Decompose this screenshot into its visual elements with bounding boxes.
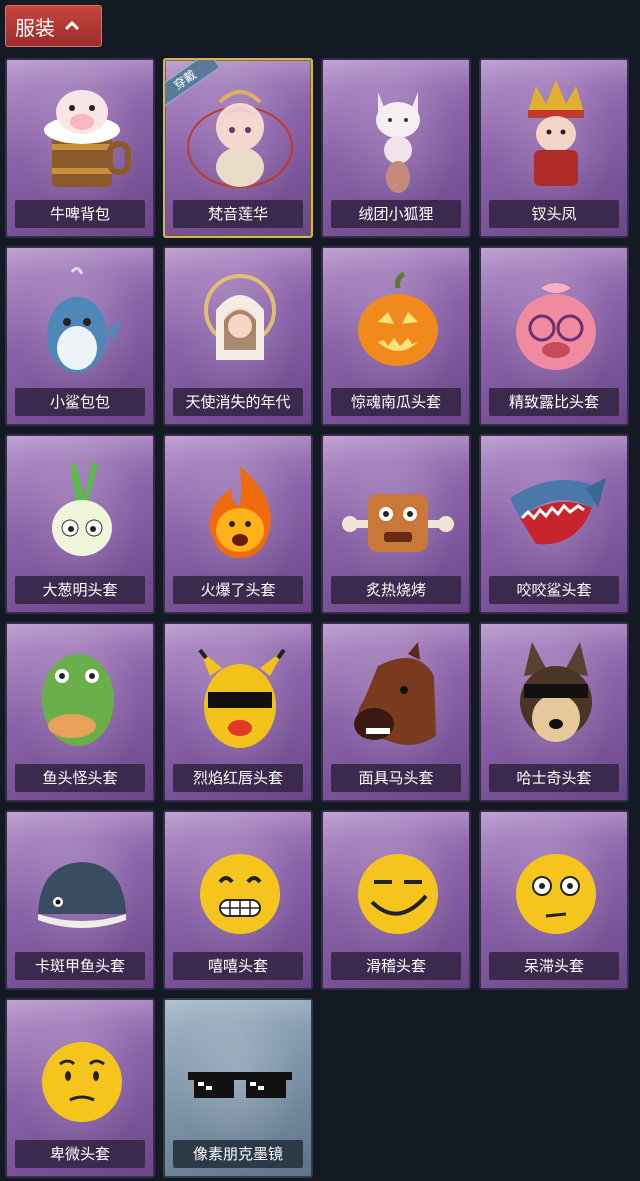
grin-emoji-icon [200,854,280,934]
costume-card[interactable]: 钗头凤 [479,58,629,238]
fish-dome-icon [38,862,126,928]
item-name: 火爆了头套 [173,576,303,604]
item-name: 嘻嘻头套 [173,952,303,980]
costume-card[interactable]: 卡斑甲鱼头套 [5,810,155,990]
meat-head-icon [342,494,454,552]
shark-bag-icon [47,267,122,373]
chevron-up-icon [65,21,79,31]
loopy-head-icon [516,283,596,370]
yellow-mask-icon [198,648,286,748]
item-name: 小鲨包包 [15,388,145,416]
item-name: 鱼头怪头套 [15,764,145,792]
item-name: 大葱明头套 [15,576,145,604]
stare-emoji-icon [516,854,596,934]
costume-card[interactable]: 精致露比头套 [479,246,629,426]
item-name: 绒团小狐狸 [331,200,461,228]
item-name: 烈焰红唇头套 [173,764,303,792]
costume-card[interactable]: 像素朋克墨镜 [163,998,313,1178]
costume-card[interactable]: 大葱明头套 [5,434,155,614]
costume-category-button[interactable]: 服装 [5,5,102,47]
pixel-sunglasses-icon [188,1072,292,1098]
item-name: 牛啤背包 [15,200,145,228]
item-name: 惊魂南瓜头套 [331,388,461,416]
item-name: 咬咬鲨头套 [489,576,619,604]
husky-head-icon [520,642,592,742]
costume-card[interactable]: 炙热烧烤 [321,434,471,614]
item-name: 呆滞头套 [489,952,619,980]
horse-head-icon [354,642,436,745]
costume-card[interactable]: 火爆了头套 [163,434,313,614]
item-name: 钗头凤 [489,200,619,228]
scallion-head-icon [52,462,112,556]
item-name: 梵音莲华 [173,200,303,228]
costume-card[interactable]: 牛啤背包 [5,58,155,238]
angel-doll-icon [204,274,276,360]
costume-card[interactable]: 烈焰红唇头套 [163,622,313,802]
fire-head-icon [209,466,271,558]
phoenix-headdress-icon [528,80,584,186]
lotus-character-icon [187,90,293,188]
item-name: 天使消失的年代 [173,388,303,416]
shark-head-icon [510,478,606,545]
item-name: 卡斑甲鱼头套 [15,952,145,980]
smirk-emoji-icon [358,854,438,934]
item-name: 哈士奇头套 [489,764,619,792]
costume-card[interactable]: 卑微头套 [5,998,155,1178]
costume-grid: 牛啤背包 穿戴 梵音莲华 绒团小狐狸 钗头凤 小鲨包包 天使消失的年代 惊魂南瓜… [5,58,629,1178]
item-name: 精致露比头套 [489,388,619,416]
costume-card[interactable]: 呆滞头套 [479,810,629,990]
item-name: 像素朋克墨镜 [173,1140,303,1168]
costume-card[interactable]: 哈士奇头套 [479,622,629,802]
fish-head-icon [42,654,114,746]
costume-card[interactable]: 鱼头怪头套 [5,622,155,802]
costume-card[interactable]: 绒团小狐狸 [321,58,471,238]
item-name: 卑微头套 [15,1140,145,1168]
item-name: 滑稽头套 [331,952,461,980]
item-name: 炙热烧烤 [331,576,461,604]
costume-card[interactable]: 小鲨包包 [5,246,155,426]
category-title: 服装 [15,15,55,40]
costume-card[interactable]: 面具马头套 [321,622,471,802]
costume-card[interactable]: 滑稽头套 [321,810,471,990]
costume-card[interactable]: 咬咬鲨头套 [479,434,629,614]
fluffy-fox-icon [376,92,420,193]
costume-card[interactable]: 嘻嘻头套 [163,810,313,990]
costume-card-equipped[interactable]: 穿戴 梵音莲华 [163,58,313,238]
costume-card[interactable]: 天使消失的年代 [163,246,313,426]
pumpkin-head-icon [358,271,438,366]
item-name: 面具马头套 [331,764,461,792]
cow-beer-backpack-icon [44,90,131,187]
costume-card[interactable]: 惊魂南瓜头套 [321,246,471,426]
humble-emoji-icon [42,1042,122,1122]
